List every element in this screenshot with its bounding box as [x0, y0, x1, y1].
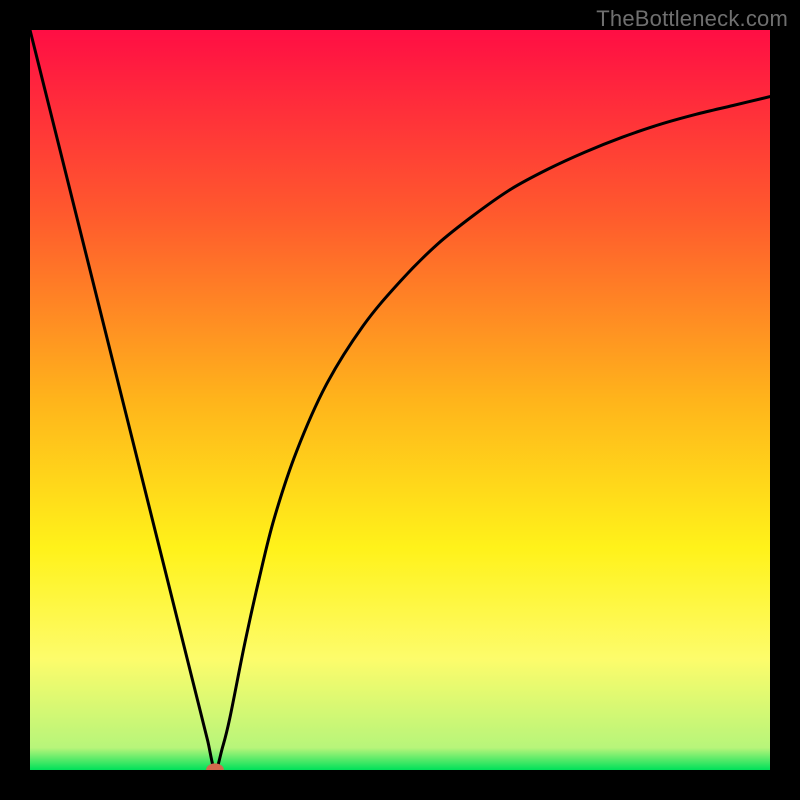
- chart-background: [30, 30, 770, 770]
- chart-frame: TheBottleneck.com: [0, 0, 800, 800]
- watermark-text: TheBottleneck.com: [596, 6, 788, 32]
- chart-svg: [30, 30, 770, 770]
- plot-area: [30, 30, 770, 770]
